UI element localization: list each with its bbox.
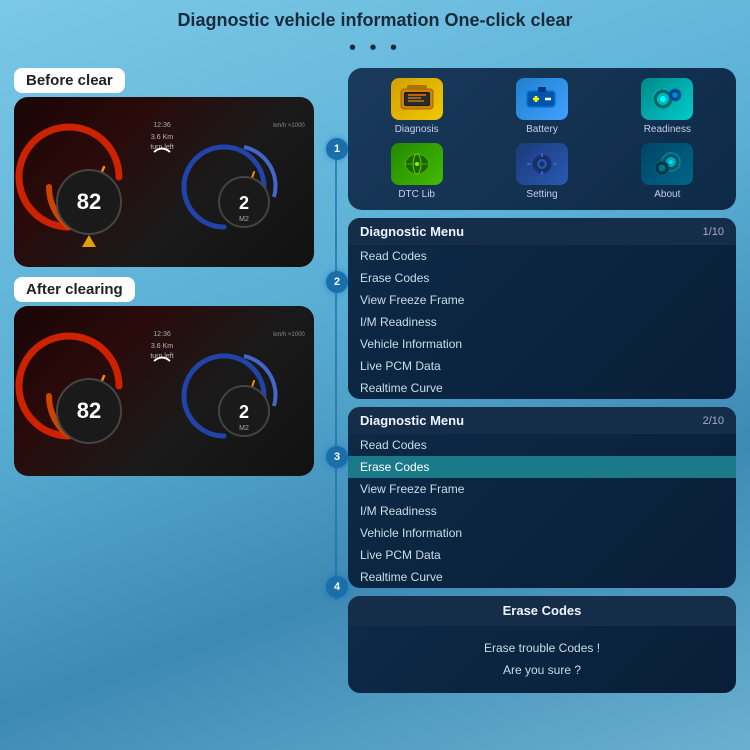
svg-text:82: 82: [77, 189, 101, 214]
svg-text:2: 2: [239, 402, 249, 422]
erase-line1: Erase trouble Codes !: [360, 638, 724, 660]
icon-cell-dtclib[interactable]: DTC Lib: [358, 143, 475, 200]
diag-menu1-header: Diagnostic Menu 1/10: [348, 218, 736, 245]
diag2-item-0[interactable]: Read Codes: [348, 434, 736, 456]
diag2-item-3[interactable]: I/M Readiness: [348, 500, 736, 522]
svg-text:2: 2: [239, 193, 249, 213]
dashboard-image-after: 82 12:36 3.6 Km turn left: [14, 306, 314, 476]
erase-codes-box: Erase Codes Erase trouble Codes ! Are yo…: [348, 596, 736, 693]
about-icon: [641, 143, 693, 185]
diag1-item-2[interactable]: View Freeze Frame: [348, 289, 736, 311]
svg-text:12:36: 12:36: [153, 331, 171, 338]
setting-label: Setting: [526, 189, 557, 200]
pagination-dots: • • •: [0, 37, 750, 60]
erase-header: Erase Codes: [348, 596, 736, 626]
setting-icon: [516, 143, 568, 185]
dashboard-after: 82 12:36 3.6 Km turn left: [14, 306, 314, 476]
after-clearing-label: After clearing: [14, 277, 135, 302]
diag2-item-5[interactable]: Live PCM Data: [348, 544, 736, 566]
svg-text:M2: M2: [239, 425, 249, 432]
diagnosis-icon: [391, 78, 443, 120]
icon-cell-readiness[interactable]: Readiness: [609, 78, 726, 135]
diag1-item-4[interactable]: Vehicle Information: [348, 333, 736, 355]
diag2-item-1[interactable]: Erase Codes: [348, 456, 736, 478]
svg-text:km/h ×1000: km/h ×1000: [273, 332, 305, 338]
dashboard-before: 82 12:36 3.6 Km turn left: [14, 97, 314, 267]
connector-line: [335, 140, 337, 600]
diag2-item-6[interactable]: Realtime Curve: [348, 566, 736, 588]
diag1-item-1[interactable]: Erase Codes: [348, 267, 736, 289]
svg-text:12:36: 12:36: [153, 122, 171, 129]
diag2-item-2[interactable]: View Freeze Frame: [348, 478, 736, 500]
icon-cell-about[interactable]: About: [609, 143, 726, 200]
before-clear-label: Before clear: [14, 68, 125, 93]
diag1-item-3[interactable]: I/M Readiness: [348, 311, 736, 333]
dtclib-label: DTC Lib: [398, 189, 435, 200]
readiness-label: Readiness: [644, 124, 691, 135]
erase-line2: Are you sure ?: [360, 660, 724, 682]
step3-circle: 3: [326, 446, 348, 468]
erase-title: Erase Codes: [503, 603, 582, 618]
step1-circle: 1: [326, 138, 348, 160]
icon-cell-diagnosis[interactable]: Diagnosis: [358, 78, 475, 135]
diag1-item-5[interactable]: Live PCM Data: [348, 355, 736, 377]
diag-menu1-title: Diagnostic Menu: [360, 224, 464, 239]
diagnostic-menu-2: Diagnostic Menu 2/10 Read Codes Erase Co…: [348, 407, 736, 588]
diagnostic-menu-1: Diagnostic Menu 1/10 Read Codes Erase Co…: [348, 218, 736, 399]
svg-text:3.6 Km: 3.6 Km: [151, 343, 173, 350]
diag1-item-0[interactable]: Read Codes: [348, 245, 736, 267]
step4-circle: 4: [326, 576, 348, 598]
svg-text:km/h ×1000: km/h ×1000: [273, 123, 305, 129]
after-clearing-section: After clearing 82: [14, 277, 314, 476]
step1-row: Before clear 82: [14, 68, 324, 267]
icon-grid: Diagnosis Battery: [348, 68, 736, 210]
diag-menu1-page: 1/10: [703, 226, 724, 238]
readiness-icon: [641, 78, 693, 120]
battery-icon: [516, 78, 568, 120]
diag-menu2-header: Diagnostic Menu 2/10: [348, 407, 736, 434]
icon-cell-setting[interactable]: Setting: [483, 143, 600, 200]
step3-row: After clearing 82: [14, 277, 324, 476]
left-column: Before clear 82: [14, 68, 324, 693]
erase-body: Erase trouble Codes ! Are you sure ?: [348, 626, 736, 693]
diagnosis-label: Diagnosis: [395, 124, 439, 135]
diag-menu2-page: 2/10: [703, 415, 724, 427]
icon-cell-battery[interactable]: Battery: [483, 78, 600, 135]
right-column: Diagnosis Battery: [348, 68, 736, 693]
diag2-item-4[interactable]: Vehicle Information: [348, 522, 736, 544]
step2-circle: 2: [326, 271, 348, 293]
page-title: Diagnostic vehicle information One-click…: [0, 0, 750, 31]
about-label: About: [654, 189, 680, 200]
diag-menu2-title: Diagnostic Menu: [360, 413, 464, 428]
battery-label: Battery: [526, 124, 558, 135]
diag1-item-6[interactable]: Realtime Curve: [348, 377, 736, 399]
before-clear-section: Before clear 82: [14, 68, 314, 267]
svg-text:82: 82: [77, 398, 101, 423]
dtclib-icon: [391, 143, 443, 185]
dashboard-image-before: 82 12:36 3.6 Km turn left: [14, 97, 314, 267]
svg-text:3.6 Km: 3.6 Km: [151, 134, 173, 141]
svg-text:M2: M2: [239, 216, 249, 223]
